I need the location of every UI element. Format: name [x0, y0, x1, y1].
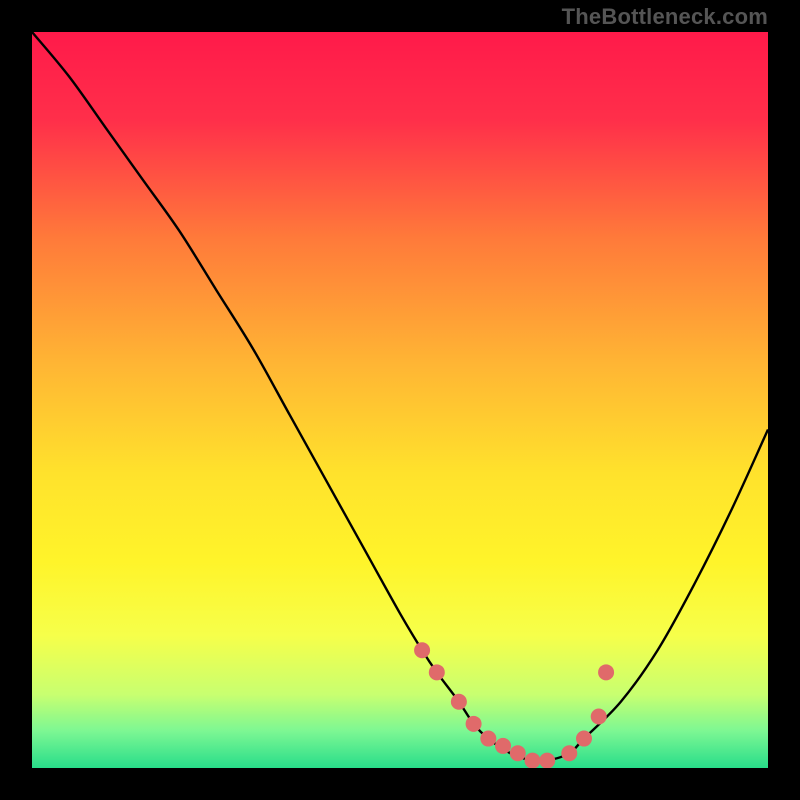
plot-area	[32, 32, 768, 768]
marker-dot	[591, 708, 607, 724]
marker-dot	[524, 753, 540, 768]
marker-dot	[466, 716, 482, 732]
marker-dot	[480, 731, 496, 747]
markers-group	[414, 642, 614, 768]
marker-dot	[510, 745, 526, 761]
curve-layer	[32, 32, 768, 768]
marker-dot	[495, 738, 511, 754]
marker-dot	[539, 753, 555, 768]
marker-dot	[598, 664, 614, 680]
marker-dot	[414, 642, 430, 658]
marker-dot	[576, 731, 592, 747]
marker-dot	[451, 694, 467, 710]
marker-dot	[429, 664, 445, 680]
watermark-text: TheBottleneck.com	[562, 4, 768, 30]
chart-frame: TheBottleneck.com	[0, 0, 800, 800]
marker-dot	[561, 745, 577, 761]
bottleneck-curve	[32, 32, 768, 762]
